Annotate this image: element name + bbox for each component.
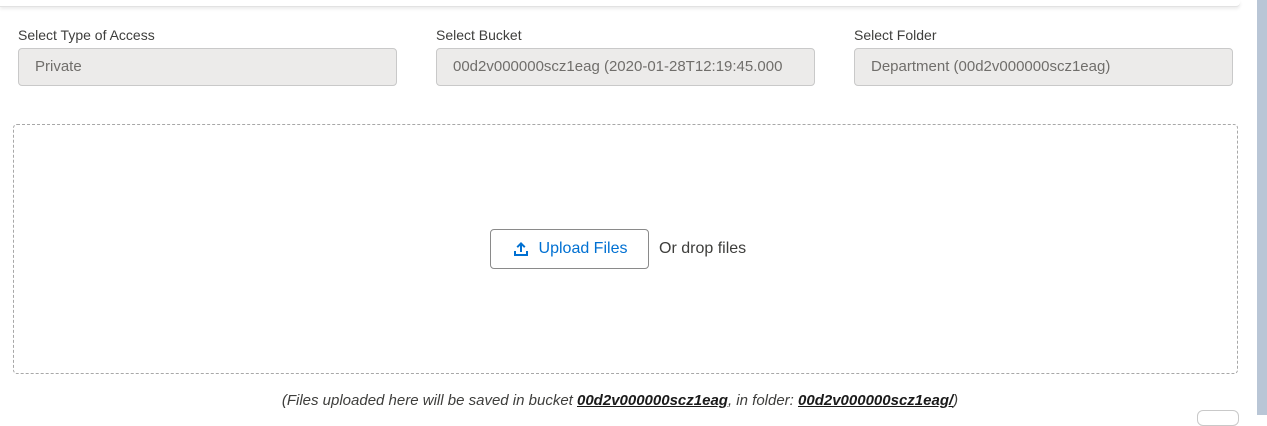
upload-files-button[interactable]: Upload Files: [490, 229, 649, 269]
upload-controls: Upload Files Or drop files: [490, 229, 746, 269]
upload-files-label: Upload Files: [538, 240, 628, 257]
partial-button[interactable]: [1197, 410, 1239, 426]
drop-files-text: Or drop files: [659, 240, 747, 257]
folder-select[interactable]: Department (00d2v000000scz1eag): [854, 48, 1233, 86]
access-type-select[interactable]: Private: [18, 48, 397, 86]
note-bucket-name: 00d2v000000scz1eag: [577, 392, 728, 409]
access-type-label: Select Type of Access: [18, 27, 155, 43]
file-drop-zone[interactable]: Upload Files Or drop files: [13, 124, 1238, 374]
note-prefix: (Files uploaded here will be saved in bu…: [281, 392, 577, 409]
previous-panel-edge: [0, 0, 1240, 7]
folder-field: Select Folder Department (00d2v000000scz…: [854, 26, 1233, 86]
scrollbar[interactable]: [1257, 0, 1267, 415]
upload-destination-note: (Files uploaded here will be saved in bu…: [0, 392, 1240, 409]
upload-icon: [513, 242, 528, 256]
note-folder-name: 00d2v000000scz1eag/: [798, 392, 954, 409]
folder-label: Select Folder: [854, 27, 937, 43]
note-suffix: ): [953, 392, 959, 409]
access-type-field: Select Type of Access Private: [18, 26, 397, 86]
bucket-field: Select Bucket 00d2v000000scz1eag (2020-0…: [436, 26, 815, 86]
bucket-label: Select Bucket: [436, 27, 522, 43]
bucket-select[interactable]: 00d2v000000scz1eag (2020-01-28T12:19:45.…: [436, 48, 815, 86]
note-middle: , in folder:: [727, 392, 799, 409]
